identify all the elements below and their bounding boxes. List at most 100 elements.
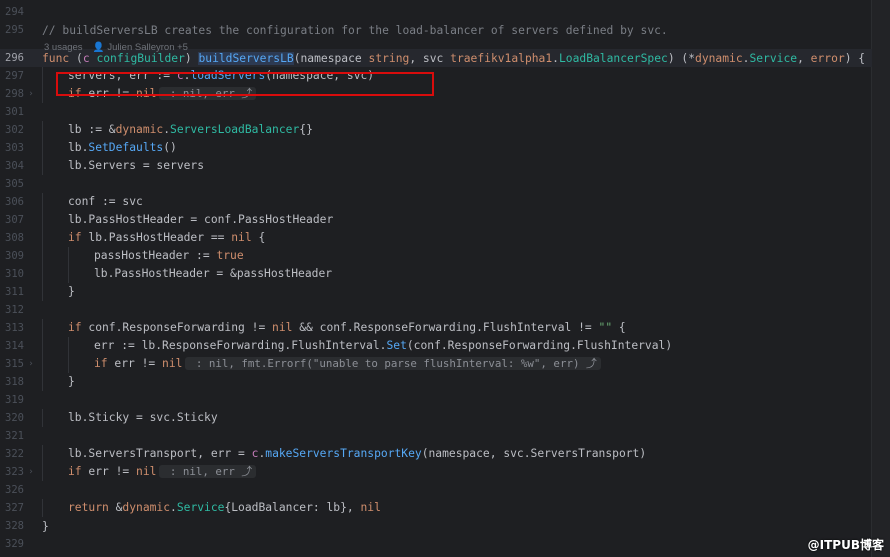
code-line[interactable]: 323 › if err != nil : nil, err ⤴ [0, 463, 872, 481]
indent-guide [42, 499, 68, 517]
code-line[interactable]: 319 [0, 391, 872, 409]
code-text[interactable]: lb.Sticky = svc.Sticky [42, 409, 218, 427]
code-text[interactable]: } [42, 520, 49, 533]
code-text[interactable]: lb.PassHostHeader = &passHostHeader [42, 265, 332, 283]
code-vision-hint[interactable]: 3 usages 👤 Julien Salleyron +5 [44, 40, 188, 54]
line-number: 307 [5, 214, 24, 226]
code-line[interactable]: 305 [0, 175, 872, 193]
code-line[interactable]: 313 if conf.ResponseForwarding != nil && … [0, 319, 872, 337]
code-token: nil [272, 321, 293, 334]
code-token: string [368, 51, 410, 65]
line-number: 322 [5, 448, 24, 460]
code-line[interactable]: 329 [0, 535, 872, 553]
editor-scrollbar[interactable] [871, 0, 890, 557]
code-token: , svc [409, 51, 451, 65]
code-token: dynamic [695, 51, 743, 65]
code-token: (namespace, svc.ServersTransport) [421, 447, 647, 460]
code-token: } [68, 285, 75, 298]
indent-guide [42, 265, 68, 283]
code-text[interactable]: if conf.ResponseForwarding != nil && con… [42, 319, 626, 337]
code-line[interactable]: 314 err := lb.ResponseForwarding.FlushInt… [0, 337, 872, 355]
code-text[interactable]: lb.SetDefaults() [42, 139, 177, 157]
code-text[interactable]: err := lb.ResponseForwarding.FlushInterv… [42, 337, 672, 355]
line-number: 321 [5, 430, 24, 442]
indent-guide [42, 211, 68, 229]
code-line[interactable]: 302 lb := &dynamic.ServersLoadBalancer{} [0, 121, 872, 139]
code-token: lb. [68, 141, 89, 154]
code-line[interactable]: 309 passHostHeader := true [0, 247, 872, 265]
code-text[interactable]: if err != nil : nil, err ⤴ [42, 463, 257, 481]
inlay-hint[interactable]: : nil, err ⤴ [159, 465, 257, 478]
indent-guide [42, 445, 68, 463]
indent-guide [68, 265, 94, 283]
code-line[interactable]: 295 // buildServersLB creates the configu… [0, 21, 872, 39]
code-line[interactable]: 327 return &dynamic.Service{LoadBalancer:… [0, 499, 872, 517]
code-text[interactable]: // buildServersLB creates the configurat… [42, 24, 668, 37]
code-line[interactable]: 320 lb.Sticky = svc.Sticky [0, 409, 872, 427]
code-token: Set [386, 339, 407, 352]
code-line[interactable]: 328} [0, 517, 872, 535]
indent-guide [42, 139, 68, 157]
code-text[interactable]: return &dynamic.Service{LoadBalancer: lb… [42, 499, 381, 517]
code-line[interactable]: 310 lb.PassHostHeader = &passHostHeader [0, 265, 872, 283]
code-text[interactable]: if err != nil : nil, fmt.Errorf("unable … [42, 355, 601, 373]
code-line[interactable]: 311} [0, 283, 872, 301]
code-token: lb.PassHostHeader == [88, 231, 232, 244]
code-text[interactable]: lb := &dynamic.ServersLoadBalancer{} [42, 121, 313, 139]
code-token: { [612, 321, 626, 334]
code-token: ServersLoadBalancer [170, 123, 300, 136]
code-line[interactable]: 312 [0, 301, 872, 319]
fold-toggle-icon[interactable]: › [24, 359, 38, 369]
code-token: nil [231, 231, 252, 244]
code-text[interactable]: lb.PassHostHeader = conf.PassHostHeader [42, 211, 333, 229]
code-text[interactable]: lb.ServersTransport, err = c.makeServers… [42, 445, 646, 463]
indent-guide [42, 247, 68, 265]
code-token: conf := svc [68, 195, 143, 208]
code-line[interactable]: 321 [0, 427, 872, 445]
code-line[interactable]: 308 if lb.PassHostHeader == nil { [0, 229, 872, 247]
inlay-hint[interactable]: : nil, fmt.Errorf("unable to parse flush… [185, 357, 601, 370]
code-editor[interactable]: 294 295 // buildServersLB creates the conf… [0, 0, 890, 557]
code-text[interactable]: passHostHeader := true [42, 247, 244, 265]
code-token: if [68, 231, 89, 244]
code-line[interactable]: 294 [0, 3, 872, 21]
code-text[interactable]: } [42, 283, 75, 301]
code-text[interactable]: lb.Servers = servers [42, 157, 204, 175]
code-text[interactable]: if lb.PassHostHeader == nil { [42, 229, 265, 247]
code-token: . [170, 501, 177, 514]
usages-count[interactable]: 3 usages [44, 42, 83, 53]
code-token: err != [88, 465, 137, 478]
code-line[interactable]: 306 conf := svc [0, 193, 872, 211]
code-token: } [42, 519, 49, 533]
author-hint[interactable]: 👤 Julien Salleyron +5 [93, 42, 188, 53]
line-number: 302 [5, 124, 24, 136]
indent-guide [42, 409, 68, 427]
indent-guide [42, 373, 68, 391]
watermark-text: @ITPUB博客 [807, 538, 884, 552]
code-line[interactable]: 315 › if err != nil : nil, fmt.Errorf("una… [0, 355, 872, 373]
code-line[interactable]: 318} [0, 373, 872, 391]
code-token: Service [176, 501, 225, 514]
code-line[interactable]: 303 lb.SetDefaults() [0, 139, 872, 157]
author-name: Julien Salleyron +5 [107, 41, 188, 53]
code-text[interactable]: } [42, 373, 75, 391]
code-token: makeServersTransportKey [265, 447, 422, 460]
code-token: dynamic [115, 123, 164, 136]
code-token: . [552, 51, 559, 65]
fold-toggle-icon[interactable]: › [24, 467, 38, 477]
line-number: 311 [5, 286, 24, 298]
code-token: conf.ResponseForwarding != [88, 321, 273, 334]
code-token: nil [360, 501, 381, 514]
line-number: 318 [5, 376, 24, 388]
indent-guide [68, 355, 94, 373]
code-token: lb.ServersTransport, err = [68, 447, 252, 460]
line-number: 327 [5, 502, 24, 514]
code-line[interactable]: 322 lb.ServersTransport, err = c.makeServ… [0, 445, 872, 463]
code-text[interactable]: conf := svc [42, 193, 143, 211]
code-line[interactable]: 307 lb.PassHostHeader = conf.PassHostHead… [0, 211, 872, 229]
code-line[interactable]: 326 [0, 481, 872, 499]
line-number: 296 [5, 52, 24, 64]
code-line[interactable]: 304 lb.Servers = servers [0, 157, 872, 175]
fold-toggle-icon[interactable]: › [24, 89, 38, 99]
code-line[interactable]: 301 [0, 103, 872, 121]
